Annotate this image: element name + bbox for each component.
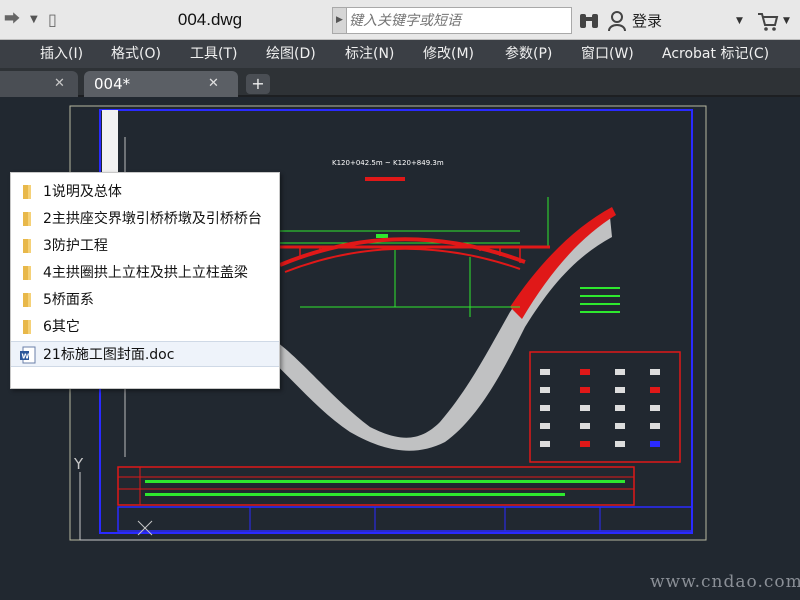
- ucs-y-label: Y: [74, 455, 84, 473]
- list-item-doc[interactable]: W 21标施工图封面.doc: [11, 341, 279, 367]
- menu-parameters[interactable]: 参数(P): [505, 43, 552, 65]
- menu-format[interactable]: 格式(O): [111, 43, 161, 65]
- list-item-label: 21标施工图封面.doc: [43, 347, 175, 363]
- menu-bar: 插入(I) 格式(O) 工具(T) 绘图(D) 标注(N) 修改(M) 参数(P…: [0, 40, 800, 68]
- cart-icon[interactable]: [757, 10, 779, 32]
- list-item-label: 6其它: [43, 319, 80, 335]
- folder-list-popup: 1说明及总体 2主拱座交界墩引桥桥墩及引桥桥台 3防护工程 4主拱圈拱上立柱及拱…: [10, 172, 280, 389]
- menu-window[interactable]: 窗口(W): [581, 43, 634, 65]
- tab-previous[interactable]: ✕: [0, 71, 78, 97]
- search-expand-icon[interactable]: ▶: [333, 8, 347, 33]
- close-icon[interactable]: ✕: [54, 75, 68, 93]
- tab-label: 004*: [94, 75, 131, 93]
- quick-access-dropdown-icon[interactable]: ▼: [30, 10, 42, 30]
- word-doc-icon: W: [20, 346, 36, 364]
- new-tab-button[interactable]: +: [246, 74, 270, 94]
- file-tab-bar: ✕ 004* ✕ +: [0, 68, 800, 97]
- folder-icon: [23, 239, 31, 253]
- folder-icon: [23, 266, 31, 280]
- list-item-label: 1说明及总体: [43, 184, 122, 200]
- list-item-folder-4[interactable]: 4主拱圈拱上立柱及拱上立柱盖梁: [11, 260, 279, 286]
- list-item-folder-2[interactable]: 2主拱座交界墩引桥桥墩及引桥桥台: [11, 206, 279, 232]
- list-item-label: 2主拱座交界墩引桥桥墩及引桥桥台: [43, 211, 262, 227]
- menu-dimension[interactable]: 标注(N): [345, 43, 394, 65]
- document-title: 004.dwg: [177, 10, 243, 29]
- tab-active[interactable]: 004* ✕: [84, 71, 238, 97]
- title-bar: ⮕ ▼ ▯ 004.dwg ▶ 登录 ▼ ▼: [0, 0, 800, 40]
- list-item-label: 3防护工程: [43, 238, 108, 254]
- quick-access-icon[interactable]: ▯: [48, 10, 66, 30]
- list-item-label: 4主拱圈拱上立柱及拱上立柱盖梁: [43, 265, 248, 281]
- login-dropdown-icon[interactable]: ▼: [736, 10, 748, 32]
- login-button[interactable]: 登录: [632, 10, 672, 32]
- close-icon[interactable]: ✕: [208, 75, 222, 93]
- user-icon[interactable]: [607, 10, 627, 32]
- folder-icon: [23, 293, 31, 307]
- binoculars-icon[interactable]: [578, 11, 600, 31]
- list-item-folder-1[interactable]: 1说明及总体: [11, 179, 279, 205]
- list-item-folder-3[interactable]: 3防护工程: [11, 233, 279, 259]
- list-item-folder-5[interactable]: 5桥面系: [11, 287, 279, 313]
- chainage-label: K120+042.5m ~ K120+849.3m: [332, 159, 444, 167]
- menu-tools[interactable]: 工具(T): [190, 43, 237, 65]
- folder-icon: [23, 212, 31, 226]
- folder-icon: [23, 185, 31, 199]
- watermark: www.cndao.com: [650, 572, 800, 592]
- more-dropdown-icon[interactable]: ▼: [783, 10, 795, 32]
- folder-icon: [23, 320, 31, 334]
- list-item-folder-6[interactable]: 6其它: [11, 314, 279, 340]
- menu-modify[interactable]: 修改(M): [423, 43, 474, 65]
- search-box[interactable]: ▶: [332, 7, 572, 34]
- menu-draw[interactable]: 绘图(D): [266, 43, 316, 65]
- svg-text:W: W: [22, 353, 30, 361]
- menu-acrobat[interactable]: Acrobat 标记(C): [662, 43, 769, 65]
- redo-arrow-icon[interactable]: ⮕: [4, 9, 24, 29]
- search-input[interactable]: [349, 10, 569, 31]
- list-item-label: 5桥面系: [43, 292, 94, 308]
- menu-insert[interactable]: 插入(I): [40, 43, 83, 65]
